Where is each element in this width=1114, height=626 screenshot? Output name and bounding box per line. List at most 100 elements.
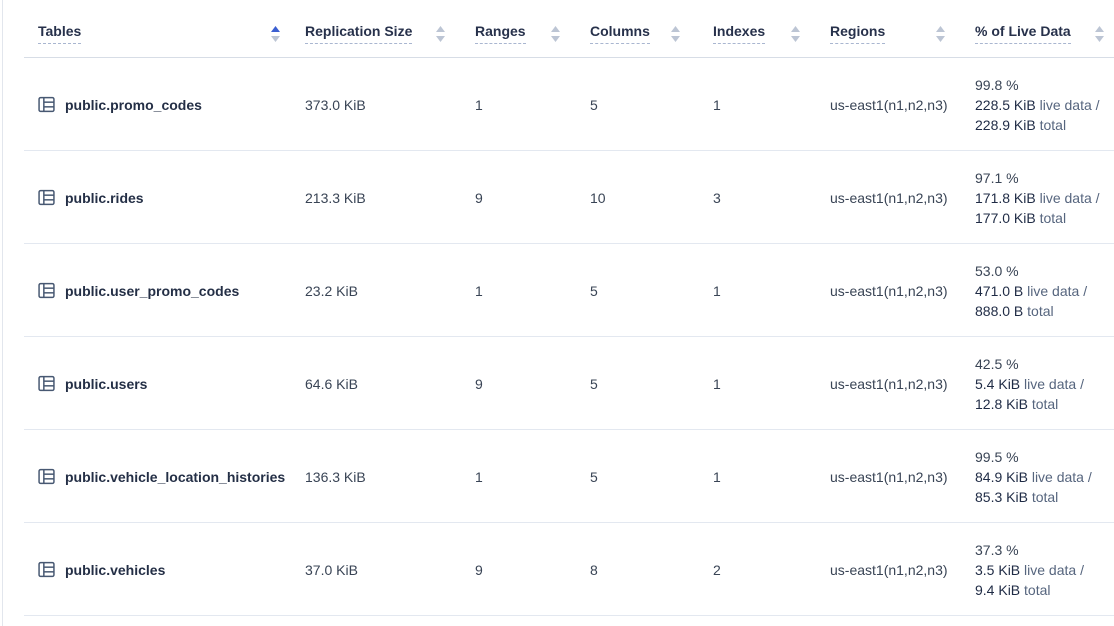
live-bytes-line: 228.5 KiB live data / <box>975 95 1100 115</box>
columns-cell: 5 <box>570 337 690 430</box>
table-icon <box>38 189 55 206</box>
column-header-indexes[interactable]: Indexes <box>690 0 810 58</box>
total-bytes-line: 85.3 KiB total <box>975 487 1058 507</box>
ranges-cell: 9 <box>455 337 570 430</box>
table-row[interactable]: public.user_promo_codes 23.2 KiB 1 5 1 u… <box>0 244 1114 337</box>
indexes-cell: 1 <box>690 430 810 523</box>
live-percent: 99.8 % <box>975 75 1019 95</box>
table-name-link[interactable]: public.promo_codes <box>65 97 202 113</box>
table-row[interactable]: public.vehicle_location_histories 136.3 … <box>0 430 1114 523</box>
column-header-tables[interactable]: Tables <box>0 0 290 58</box>
live-percent: 42.5 % <box>975 354 1019 374</box>
replication-size-cell: 23.2 KiB <box>290 244 455 337</box>
live-data-cell: 99.8 % 228.5 KiB live data / 228.9 KiB t… <box>955 58 1114 151</box>
table-name-link[interactable]: public.users <box>65 376 147 392</box>
column-header-label: Indexes <box>713 23 765 44</box>
regions-cell: us-east1(n1,n2,n3) <box>810 430 955 523</box>
regions-cell: us-east1(n1,n2,n3) <box>810 151 955 244</box>
tables-table: Tables Replication Size Ranges Columns <box>0 0 1114 616</box>
table-name-cell: public.vehicle_location_histories <box>0 430 290 523</box>
column-header-columns[interactable]: Columns <box>570 0 690 58</box>
live-data-cell: 97.1 % 171.8 KiB live data / 177.0 KiB t… <box>955 151 1114 244</box>
total-bytes-line: 12.8 KiB total <box>975 394 1058 414</box>
ranges-cell: 1 <box>455 58 570 151</box>
indexes-cell: 1 <box>690 58 810 151</box>
table-name-cell: public.users <box>0 337 290 430</box>
replication-size-cell: 136.3 KiB <box>290 430 455 523</box>
regions-cell: us-east1(n1,n2,n3) <box>810 244 955 337</box>
live-percent: 37.3 % <box>975 540 1019 560</box>
replication-size-cell: 373.0 KiB <box>290 58 455 151</box>
live-data-cell: 53.0 % 471.0 B live data / 888.0 B total <box>955 244 1114 337</box>
replication-size-cell: 37.0 KiB <box>290 523 455 616</box>
regions-cell: us-east1(n1,n2,n3) <box>810 58 955 151</box>
live-percent: 99.5 % <box>975 447 1019 467</box>
table-header-row: Tables Replication Size Ranges Columns <box>0 0 1114 58</box>
column-header-label: % of Live Data <box>975 23 1071 44</box>
tables-page: Tables Replication Size Ranges Columns <box>0 0 1114 626</box>
table-row[interactable]: public.vehicles 37.0 KiB 9 8 2 us-east1(… <box>0 523 1114 616</box>
live-bytes-line: 471.0 B live data / <box>975 281 1087 301</box>
table-name-link[interactable]: public.user_promo_codes <box>65 283 239 299</box>
columns-cell: 10 <box>570 151 690 244</box>
columns-cell: 5 <box>570 58 690 151</box>
table-name-cell: public.rides <box>0 151 290 244</box>
regions-cell: us-east1(n1,n2,n3) <box>810 337 955 430</box>
sort-icon[interactable] <box>436 26 445 42</box>
sort-icon[interactable] <box>551 26 560 42</box>
replication-size-cell: 213.3 KiB <box>290 151 455 244</box>
column-header-regions[interactable]: Regions <box>810 0 955 58</box>
total-bytes-line: 177.0 KiB total <box>975 208 1066 228</box>
live-data-cell: 42.5 % 5.4 KiB live data / 12.8 KiB tota… <box>955 337 1114 430</box>
table-row[interactable]: public.promo_codes 373.0 KiB 1 5 1 us-ea… <box>0 58 1114 151</box>
table-icon <box>38 282 55 299</box>
sort-icon[interactable] <box>791 26 800 42</box>
columns-cell: 5 <box>570 430 690 523</box>
column-header-label: Replication Size <box>305 23 412 44</box>
table-name-cell: public.promo_codes <box>0 58 290 151</box>
indexes-cell: 2 <box>690 523 810 616</box>
table-name-link[interactable]: public.vehicle_location_histories <box>65 469 285 485</box>
table-row[interactable]: public.users 64.6 KiB 9 5 1 us-east1(n1,… <box>0 337 1114 430</box>
column-header-label: Ranges <box>475 23 526 44</box>
table-name-cell: public.vehicles <box>0 523 290 616</box>
table-row[interactable]: public.rides 213.3 KiB 9 10 3 us-east1(n… <box>0 151 1114 244</box>
indexes-cell: 1 <box>690 337 810 430</box>
column-header-label: Tables <box>38 23 81 44</box>
table-name-link[interactable]: public.rides <box>65 190 144 206</box>
sort-icon[interactable] <box>671 26 680 42</box>
live-data-cell: 99.5 % 84.9 KiB live data / 85.3 KiB tot… <box>955 430 1114 523</box>
total-bytes-line: 228.9 KiB total <box>975 115 1066 135</box>
sort-icon[interactable] <box>271 26 280 42</box>
ranges-cell: 1 <box>455 244 570 337</box>
ranges-cell: 9 <box>455 151 570 244</box>
columns-cell: 8 <box>570 523 690 616</box>
total-bytes-line: 9.4 KiB total <box>975 580 1051 600</box>
column-header-live-data[interactable]: % of Live Data <box>955 0 1114 58</box>
total-bytes-line: 888.0 B total <box>975 301 1054 321</box>
indexes-cell: 1 <box>690 244 810 337</box>
table-name-cell: public.user_promo_codes <box>0 244 290 337</box>
live-percent: 97.1 % <box>975 168 1019 188</box>
ranges-cell: 9 <box>455 523 570 616</box>
column-header-label: Regions <box>830 23 885 44</box>
regions-cell: us-east1(n1,n2,n3) <box>810 523 955 616</box>
live-data-cell: 37.3 % 3.5 KiB live data / 9.4 KiB total <box>955 523 1114 616</box>
table-name-link[interactable]: public.vehicles <box>65 562 165 578</box>
live-bytes-line: 84.9 KiB live data / <box>975 467 1092 487</box>
column-header-label: Columns <box>590 23 650 44</box>
columns-cell: 5 <box>570 244 690 337</box>
live-percent: 53.0 % <box>975 261 1019 281</box>
replication-size-cell: 64.6 KiB <box>290 337 455 430</box>
table-icon <box>38 96 55 113</box>
table-icon <box>38 375 55 392</box>
table-icon <box>38 561 55 578</box>
table-icon <box>38 468 55 485</box>
sort-icon[interactable] <box>936 26 945 42</box>
live-bytes-line: 3.5 KiB live data / <box>975 560 1084 580</box>
column-header-ranges[interactable]: Ranges <box>455 0 570 58</box>
live-bytes-line: 171.8 KiB live data / <box>975 188 1100 208</box>
column-header-replication-size[interactable]: Replication Size <box>290 0 455 58</box>
sort-icon[interactable] <box>1095 26 1104 42</box>
ranges-cell: 1 <box>455 430 570 523</box>
